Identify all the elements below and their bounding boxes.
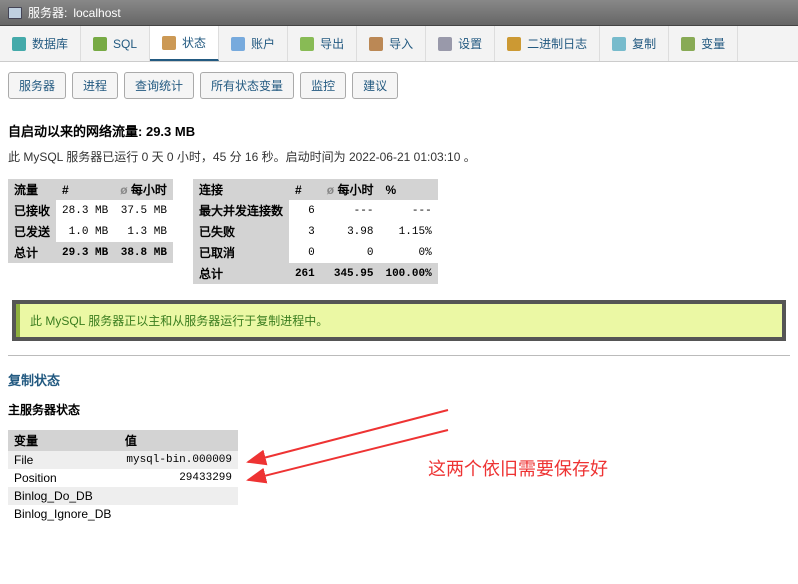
traffic-table: 流量 # ø 每小时 已接收28.3 MB37.5 MB已发送1.0 MB1.3…: [8, 179, 173, 263]
reload-icon: ø: [120, 183, 127, 197]
tab-status[interactable]: 状态: [150, 26, 219, 61]
breadcrumb-host: localhost: [73, 6, 120, 20]
nav-label: 变量: [701, 35, 725, 52]
table-row: 已失败33.981.15%: [193, 221, 438, 242]
reload-icon: ø: [327, 183, 334, 197]
tab-import[interactable]: 导入: [357, 26, 426, 61]
nav-icon: [369, 37, 383, 51]
subnav-建议[interactable]: 建议: [352, 72, 398, 99]
nav-label: 账户: [251, 35, 275, 52]
nav-icon: [93, 37, 107, 51]
table-row: 最大并发连接数6------: [193, 200, 438, 221]
sub-nav: 服务器进程查询统计所有状态变量监控建议: [0, 62, 798, 109]
master-status-heading: 主服务器状态: [8, 401, 790, 418]
master-status-table: 变量 值 Filemysql-bin.000009Position2943329…: [8, 430, 238, 523]
tab-settings[interactable]: 设置: [426, 26, 495, 61]
tab-accounts[interactable]: 账户: [219, 26, 288, 61]
nav-label: SQL: [113, 37, 137, 51]
nav-icon: [300, 37, 314, 51]
nav-label: 数据库: [32, 35, 68, 52]
uptime-text: 此 MySQL 服务器已运行 0 天 0 小时，45 分 16 秒。启动时间为 …: [8, 148, 790, 165]
nav-icon: [12, 37, 26, 51]
nav-label: 导出: [320, 35, 344, 52]
table-row: 已接收28.3 MB37.5 MB: [8, 200, 173, 221]
tab-binlog[interactable]: 二进制日志: [495, 26, 600, 61]
nav-label: 状态: [182, 34, 206, 51]
table-row: Filemysql-bin.000009: [8, 451, 238, 469]
replication-status-heading: 复制状态: [8, 370, 790, 389]
nav-icon: [438, 37, 452, 51]
nav-icon: [507, 37, 521, 51]
tab-sql[interactable]: SQL: [81, 26, 150, 61]
tab-export[interactable]: 导出: [288, 26, 357, 61]
nav-label: 二进制日志: [527, 35, 587, 52]
tab-databases[interactable]: 数据库: [0, 26, 81, 61]
nav-icon: [612, 37, 626, 51]
tab-replication[interactable]: 复制: [600, 26, 669, 61]
server-icon: [8, 7, 22, 19]
nav-label: 导入: [389, 35, 413, 52]
table-row: 已取消000%: [193, 242, 438, 263]
breadcrumb-server-label: 服务器:: [28, 4, 67, 21]
connections-table: 连接 # ø 每小时 % 最大并发连接数6------已失败33.981.15%…: [193, 179, 438, 284]
table-row: Binlog_Ignore_DB: [8, 505, 238, 523]
subnav-服务器[interactable]: 服务器: [8, 72, 66, 99]
breadcrumb: 服务器: localhost: [0, 0, 798, 26]
table-row: Position29433299: [8, 469, 238, 487]
nav-icon: [681, 37, 695, 51]
nav-label: 复制: [632, 35, 656, 52]
table-row: Binlog_Do_DB: [8, 487, 238, 505]
subnav-进程[interactable]: 进程: [72, 72, 118, 99]
tab-variables[interactable]: 变量: [669, 26, 738, 61]
subnav-查询统计[interactable]: 查询统计: [124, 72, 194, 99]
nav-label: 设置: [458, 35, 482, 52]
top-nav: 数据库 SQL 状态 账户 导出 导入 设置 二进制日志 复制 变量: [0, 26, 798, 62]
nav-icon: [162, 36, 176, 50]
nav-icon: [231, 37, 245, 51]
subnav-所有状态变量[interactable]: 所有状态变量: [200, 72, 294, 99]
replication-notice: 此 MySQL 服务器正以主和从服务器运行于复制进程中。: [12, 300, 786, 341]
table-row: 已发送1.0 MB1.3 MB: [8, 221, 173, 242]
traffic-heading: 自启动以来的网络流量: 29.3 MB: [8, 121, 790, 140]
divider: [8, 355, 790, 356]
annotation-text: 这两个依旧需要保存好: [428, 455, 608, 481]
subnav-监控[interactable]: 监控: [300, 72, 346, 99]
